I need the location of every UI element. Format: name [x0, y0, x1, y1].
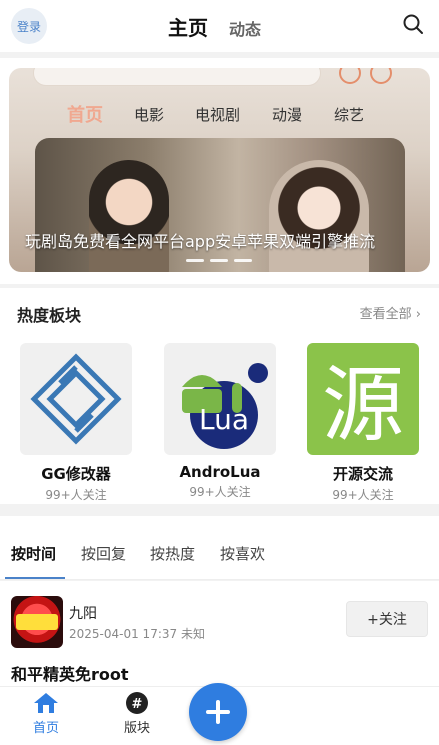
section-name: AndroLua [179, 463, 261, 481]
section-followers: 99+人关注 [189, 485, 251, 499]
tab-by-like[interactable]: 按喜欢 [220, 543, 265, 564]
post-meta: 2025-04-01 17:37 未知 [69, 627, 205, 641]
search-icon[interactable] [401, 12, 425, 36]
gg-logo-icon [20, 343, 132, 455]
nav-section[interactable]: # 版块 [107, 691, 167, 736]
banner-caption: 玩剧岛免费看全网平台app安卓苹果双端引擎推流 [25, 232, 376, 251]
banner-nav-tv: 电视剧 [195, 106, 241, 124]
banner-carousel[interactable]: 首页 电影 电视剧 动漫 综艺 玩剧岛免费看全网平台app安卓苹果双端引擎推流 [9, 68, 430, 272]
sort-tabs: 按时间 按回复 按热度 按喜欢 [0, 516, 439, 580]
banner-actress-image [269, 160, 369, 272]
section-followers: 99+人关注 [45, 488, 107, 502]
banner-section: 首页 电影 电视剧 动漫 综艺 玩剧岛免费看全网平台app安卓苹果双端引擎推流 [0, 58, 439, 284]
post-item[interactable]: 九阳 2025-04-01 17:37 未知 +关注 和平精英免root [0, 581, 439, 691]
svg-text:Lua: Lua [199, 403, 249, 436]
view-all-link[interactable]: 查看全部 › [360, 303, 421, 322]
tab-by-time[interactable]: 按时间 [11, 543, 56, 564]
nav-home-label: 首页 [32, 721, 59, 736]
post-author[interactable]: 九阳 [69, 603, 97, 623]
hashtag-icon: # [126, 692, 148, 714]
home-icon [34, 693, 58, 713]
view-all-label: 查看全部 [359, 307, 412, 322]
nav-section-label: 版块 [123, 721, 150, 736]
section-card-gg[interactable]: GG修改器 99+人关注 [16, 343, 136, 503]
bottom-navigation: 首页 # 版块 [0, 683, 439, 745]
svg-text:#: # [132, 697, 143, 712]
login-button[interactable]: 登录 [11, 8, 47, 44]
banner-search-image [33, 68, 321, 86]
svg-text:源: 源 [322, 358, 404, 453]
androlua-logo-icon: Lua [164, 343, 276, 455]
plus-icon [206, 700, 230, 724]
banner-circle-icon [339, 68, 361, 84]
section-card-opensource[interactable]: 源 开源交流 99+人关注 [303, 343, 423, 503]
nav-home[interactable]: 首页 [16, 691, 76, 736]
top-header: 登录 主页 动态 [0, 0, 439, 52]
avatar-badge [16, 614, 58, 630]
chevron-right-icon: › [415, 307, 421, 322]
section-name: GG修改器 [41, 465, 111, 483]
section-name: 开源交流 [332, 465, 393, 483]
follow-button[interactable]: +关注 [346, 601, 428, 637]
active-tab-indicator [5, 577, 65, 579]
hot-sections: 热度板块 查看全部 › GG修改器 99+人关注 Lua AndroLua 99… [0, 288, 439, 504]
post-title[interactable]: 和平精英免root [11, 661, 129, 685]
section-card-androlua[interactable]: Lua AndroLua 99+人关注 [160, 343, 280, 500]
tab-home[interactable]: 主页 [168, 12, 208, 41]
create-post-button[interactable] [189, 683, 247, 741]
carousel-indicator [186, 259, 252, 262]
banner-nav-movie: 电影 [134, 106, 165, 124]
section-title: 热度板块 [17, 306, 82, 325]
section-followers: 99+人关注 [332, 488, 394, 502]
opensource-logo-icon: 源 [307, 343, 419, 455]
tab-dynamic[interactable]: 动态 [229, 16, 261, 40]
banner-nav-home: 首页 [67, 105, 103, 126]
tab-by-reply[interactable]: 按回复 [81, 543, 126, 564]
banner-actor-image [89, 160, 169, 272]
banner-nav-variety: 综艺 [334, 106, 365, 124]
tab-by-heat[interactable]: 按热度 [150, 543, 195, 564]
banner-nav-anime: 动漫 [272, 106, 303, 124]
banner-circle-icon [370, 68, 392, 84]
